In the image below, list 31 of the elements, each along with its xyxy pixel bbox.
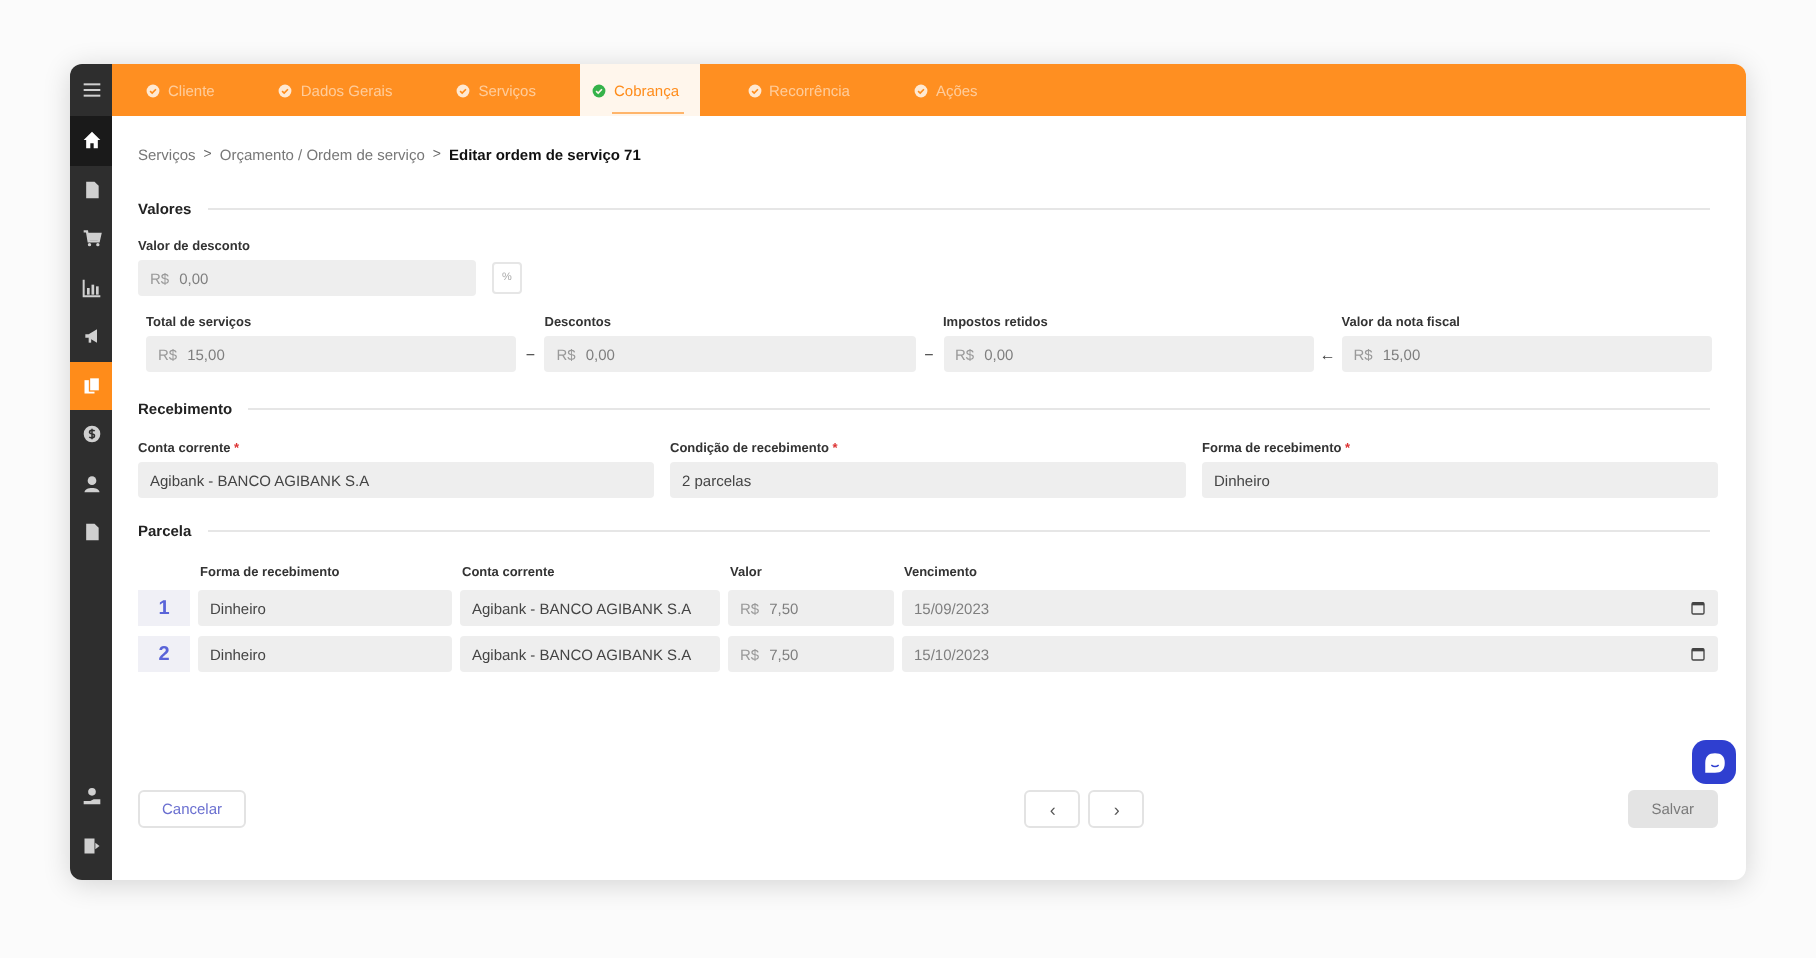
sidebar-item[interactable] xyxy=(70,361,112,410)
check-circle-icon xyxy=(146,83,160,97)
operator-sign: − xyxy=(922,343,936,367)
copy-icon xyxy=(81,375,101,396)
check-circle-icon xyxy=(456,83,471,97)
check-circle-icon xyxy=(278,83,293,97)
next-button[interactable]: › xyxy=(1088,790,1145,828)
megaphone-icon xyxy=(81,326,101,347)
document-icon xyxy=(81,179,101,200)
operator-sign: − xyxy=(523,343,538,367)
user-hand-icon xyxy=(81,786,101,807)
operator-sign: ← xyxy=(1317,343,1338,367)
previous-button[interactable]: ‹ xyxy=(1024,790,1081,828)
chart-icon xyxy=(81,277,101,298)
document-icon xyxy=(81,522,101,543)
home-icon xyxy=(81,130,101,151)
user-icon xyxy=(81,473,101,494)
check-circle-icon xyxy=(913,83,928,97)
cart-icon xyxy=(81,228,101,249)
dollar-coin-icon xyxy=(81,424,101,445)
logout-icon xyxy=(81,835,101,856)
chat-button[interactable] xyxy=(1692,740,1736,784)
check-circle-icon xyxy=(747,83,762,97)
check-circle-icon xyxy=(591,83,606,97)
row-number: 1 xyxy=(138,590,190,626)
calendar-icon xyxy=(1690,646,1706,662)
row-number: 2 xyxy=(138,636,190,672)
sidebar-item[interactable] xyxy=(70,116,112,165)
menu-icon xyxy=(81,80,101,100)
chat-bubble-icon xyxy=(1701,749,1727,775)
calendar-icon xyxy=(1690,600,1706,616)
